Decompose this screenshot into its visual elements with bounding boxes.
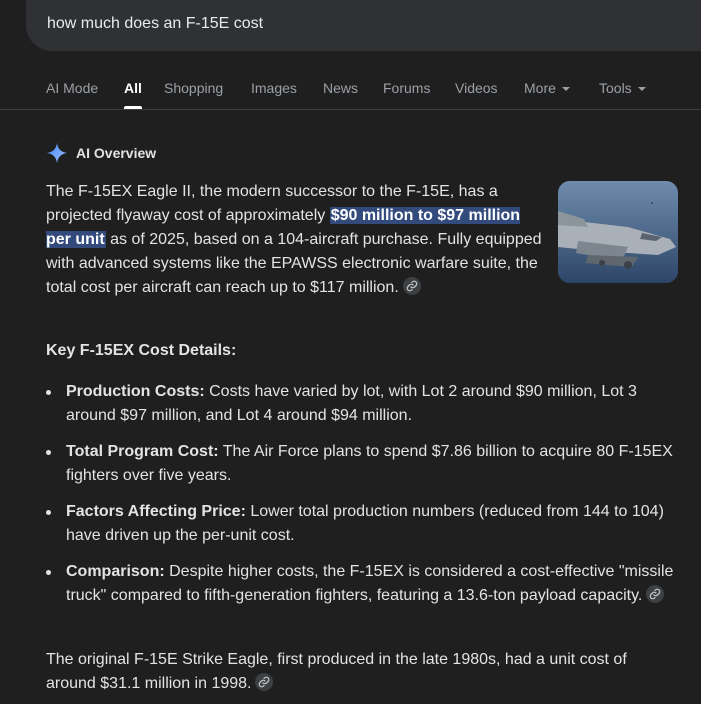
bullet-label: Factors Affecting Price: — [66, 503, 246, 520]
tab-label: Videos — [455, 80, 498, 96]
search-query[interactable]: how much does an F-15E cost — [47, 15, 263, 33]
tab-label: AI Mode — [46, 80, 99, 96]
search-bar[interactable]: how much does an F-15E cost — [26, 0, 701, 51]
bullet-dot — [46, 570, 51, 575]
cost-details-list: Production Costs: Costs have varied by l… — [46, 380, 686, 620]
source-link-button[interactable] — [255, 673, 274, 691]
tab-ai-mode[interactable]: AI Mode — [46, 80, 98, 96]
search-tabs: AI Mode All Shopping Images News Forums … — [0, 76, 701, 110]
list-item: Total Program Cost: The Air Force plans … — [46, 440, 686, 488]
caret-down-icon — [637, 87, 646, 92]
bullet-label: Production Costs: — [66, 383, 205, 400]
list-item: Factors Affecting Price: Lower total pro… — [46, 500, 686, 548]
overview-intro: The F-15EX Eagle II, the modern successo… — [46, 180, 546, 300]
tab-label: More — [524, 80, 556, 96]
tab-label: All — [124, 80, 142, 96]
tab-news[interactable]: News — [323, 80, 358, 96]
bullet-dot — [46, 510, 51, 515]
source-link-button[interactable] — [646, 585, 665, 603]
tab-label: News — [323, 80, 359, 96]
active-tab-underline — [124, 106, 142, 109]
bullet-dot — [46, 390, 51, 395]
caret-down-icon — [561, 87, 570, 92]
ai-overview-title: AI Overview — [76, 145, 157, 161]
bullet-label: Comparison: — [66, 563, 165, 580]
link-icon — [406, 280, 418, 292]
tab-forums[interactable]: Forums — [383, 80, 430, 96]
tab-images[interactable]: Images — [251, 80, 297, 96]
intro-text: as of 2025, based on a 104-aircraft purc… — [46, 231, 542, 296]
link-icon — [650, 588, 661, 600]
list-item: Production Costs: Costs have varied by l… — [46, 380, 686, 428]
link-icon — [259, 676, 270, 688]
tab-tools[interactable]: Tools — [599, 80, 646, 96]
tab-label: Images — [251, 80, 297, 96]
overview-outro: The original F-15E Strike Eagle, first p… — [46, 648, 666, 696]
tab-more[interactable]: More — [524, 80, 570, 96]
tab-videos[interactable]: Videos — [455, 80, 498, 96]
source-link-button[interactable] — [402, 277, 421, 295]
jet-image — [558, 181, 678, 283]
list-item: Comparison: Despite higher costs, the F-… — [46, 560, 686, 608]
outro-text: The original F-15E Strike Eagle, first p… — [46, 651, 627, 692]
tab-label: Forums — [383, 80, 431, 96]
gemini-spark-icon — [46, 142, 68, 164]
bullet-label: Total Program Cost: — [66, 443, 219, 460]
tab-label: Tools — [599, 80, 632, 96]
bullet-dot — [46, 450, 51, 455]
tab-all[interactable]: All — [124, 80, 142, 109]
tab-label: Shopping — [164, 80, 224, 96]
search-results-page: how much does an F-15E cost AI Mode All … — [0, 0, 701, 704]
tab-shopping[interactable]: Shopping — [164, 80, 223, 96]
fighter-jet-thumbnail[interactable] — [558, 181, 678, 283]
key-details-title: Key F-15EX Cost Details: — [46, 342, 237, 359]
